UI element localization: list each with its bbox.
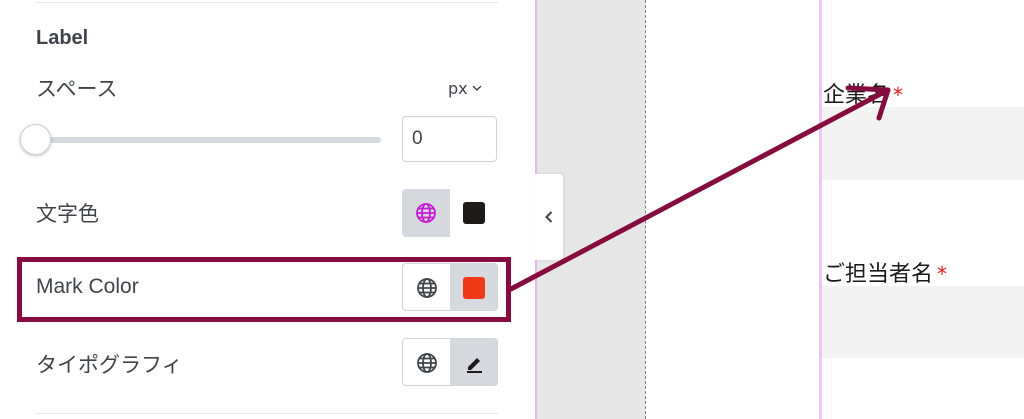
globe-icon <box>416 203 436 223</box>
global-colors-button[interactable] <box>402 189 450 237</box>
company-name-input[interactable] <box>822 107 1024 180</box>
column-guide-dashed <box>645 0 646 419</box>
text-color-swatch <box>463 202 485 224</box>
typography-control <box>402 338 498 386</box>
global-fonts-button[interactable] <box>403 339 450 385</box>
required-mark: * <box>893 83 904 107</box>
typography-label: タイポグラフィ <box>36 353 183 377</box>
required-mark: * <box>937 262 948 286</box>
text-color-control <box>402 189 498 237</box>
spacing-value-input[interactable] <box>402 116 497 162</box>
section-title: Label <box>36 27 89 49</box>
bottom-divider <box>36 413 498 414</box>
form-field-label-company: 企業名 * <box>823 83 904 108</box>
text-color-label: 文字色 <box>36 202 99 226</box>
spacing-slider-track[interactable] <box>36 137 381 143</box>
contact-name-input[interactable] <box>822 286 1024 358</box>
unit-selector[interactable]: px <box>448 79 482 98</box>
spacing-label: スペース <box>36 77 118 101</box>
globe-icon <box>416 353 437 373</box>
style-settings-panel: Label スペース px 文字色 Mark Col <box>0 0 535 419</box>
pencil-icon <box>466 358 482 373</box>
edit-typography-button[interactable] <box>450 339 497 385</box>
collapse-panel-button[interactable] <box>535 174 563 260</box>
top-divider <box>36 2 498 3</box>
chevron-left-icon <box>545 211 553 223</box>
chevron-down-icon <box>472 85 482 91</box>
unit-label: px <box>448 79 468 98</box>
text-color-swatch-button[interactable] <box>450 189 498 237</box>
spacing-slider-thumb[interactable] <box>20 124 51 155</box>
form-field-label-contact: ご担当者名 * <box>823 262 948 287</box>
mark-color-highlight-box <box>17 257 511 322</box>
